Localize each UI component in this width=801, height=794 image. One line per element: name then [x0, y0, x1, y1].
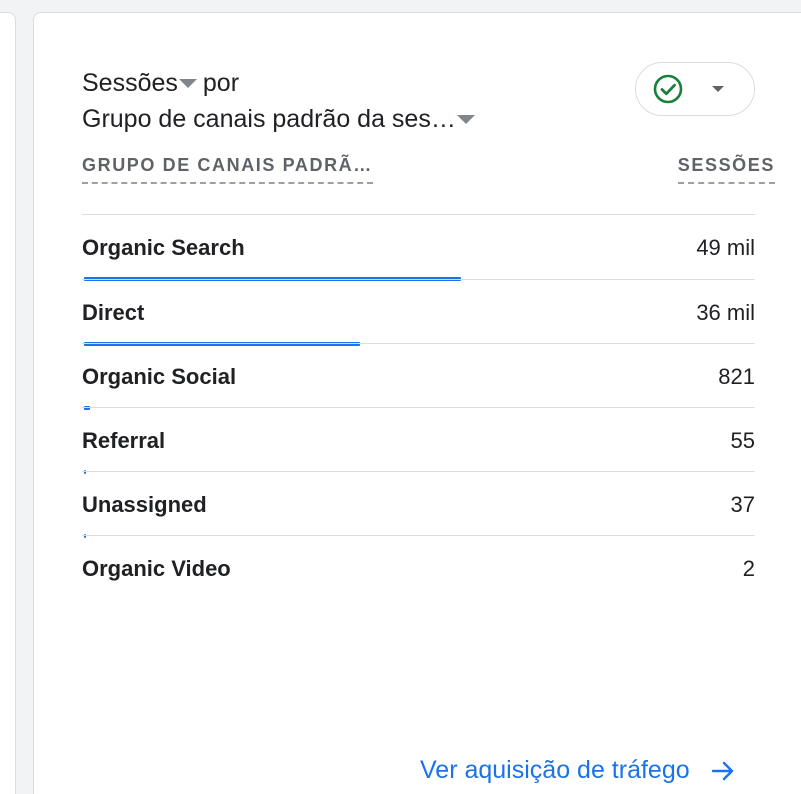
sessions-value: 2 [742, 556, 755, 581]
column-header-dimension[interactable]: GRUPO DE CANAIS PADRÃ… [82, 155, 373, 184]
channel-label: Unassigned [82, 492, 207, 517]
channel-label: Organic Video [82, 556, 231, 581]
table-row: Organic Search 49 mil [82, 215, 755, 281]
sessions-value: 821 [718, 364, 755, 389]
channel-table: Organic Search 49 mil Direct 36 mil Organic … [82, 215, 755, 599]
view-traffic-acquisition-link[interactable]: Ver aquisição de tráfego [420, 756, 736, 785]
adjacent-card [0, 12, 16, 794]
chevron-down-icon [712, 86, 724, 92]
channel-label: Organic Search [82, 235, 245, 260]
link-label: Ver aquisição de tráfego [420, 756, 690, 784]
metric-label: Sessões [82, 69, 178, 97]
table-row: Organic Social 821 [82, 343, 755, 410]
status-menu-button[interactable] [635, 62, 755, 116]
dimension-dropdown[interactable]: Grupo de canais padrão da ses… [82, 101, 475, 137]
table-row: Unassigned 37 [82, 471, 755, 538]
sessions-by-channel-card: Sessões por Grupo de canais padrão da se… [33, 12, 801, 794]
sessions-value: 37 [730, 492, 755, 517]
caret-down-icon [178, 78, 197, 88]
channel-label: Direct [82, 300, 145, 325]
caret-down-icon [456, 114, 475, 124]
table-row: Direct 36 mil [82, 279, 755, 346]
channel-label: Organic Social [82, 364, 237, 389]
card-title: Sessões por Grupo de canais padrão da se… [82, 65, 582, 137]
sessions-value: 55 [730, 428, 755, 453]
table-row: Organic Video 2 [82, 535, 755, 599]
arrow-right-icon [711, 761, 733, 780]
dimension-label: Grupo de canais padrão da ses… [82, 105, 456, 133]
check-circle-icon [653, 74, 683, 104]
channel-label: Referral [82, 428, 166, 453]
sessions-value: 49 mil [696, 235, 755, 260]
table-row: Referral 55 [82, 407, 755, 474]
column-header-sessions[interactable]: SESSÕES [677, 155, 775, 184]
metric-dropdown[interactable]: Sessões [82, 65, 197, 101]
sessions-value: 36 mil [696, 300, 755, 325]
title-connector: por [202, 69, 240, 97]
